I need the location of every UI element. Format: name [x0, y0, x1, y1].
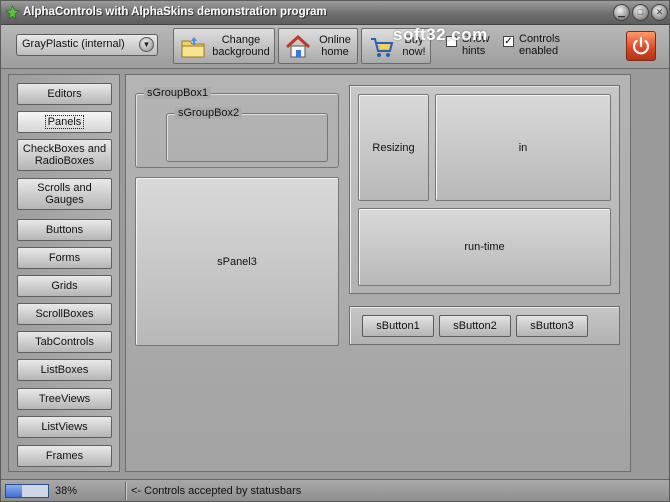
sidebar-item-editors[interactable]: Editors [17, 83, 112, 105]
sidebar-item-label: ScrollBoxes [35, 308, 94, 320]
status-bar: 38% <- Controls accepted by statusbars [1, 479, 669, 501]
sbutton-3-label: sButton3 [530, 320, 574, 332]
sidebar-item-grids[interactable]: Grids [17, 275, 112, 297]
sidebar-item-listboxes[interactable]: ListBoxes [17, 359, 112, 381]
progress-percent: 38% [55, 485, 78, 497]
main-content: sGroupBox1 sGroupBox2 sPanel3 Resizing i… [125, 74, 631, 472]
controls-enabled-checkbox[interactable]: ✓ Controls enabled [503, 33, 560, 57]
sidebar-item-label: Grids [51, 280, 78, 292]
sidebar-item-label: Panels [44, 115, 85, 129]
sidebar-item-label: Editors [47, 88, 82, 100]
resize-frame: Resizing in run-time [349, 85, 620, 294]
groupbox-1-caption: sGroupBox1 [144, 87, 212, 99]
sidebar-item-label: ListBoxes [40, 364, 89, 376]
sidebar-item-label: Frames [45, 450, 84, 462]
power-button[interactable] [626, 31, 656, 61]
sidebar-item-label: Scrolls and Gauges [37, 182, 92, 206]
title-bar[interactable]: AlphaControls with AlphaSkins demonstrat… [1, 1, 669, 25]
cart-icon [371, 38, 394, 57]
sidebar-item-label: ListViews [41, 421, 88, 433]
home-icon [285, 35, 311, 58]
folder-icon [181, 37, 205, 58]
minimize-icon[interactable]: ▁ [613, 4, 630, 21]
status-message: <- Controls accepted by statusbars [131, 485, 302, 497]
window-title: AlphaControls with AlphaSkins demonstrat… [23, 6, 327, 18]
sidebar-item-label: TreeViews [38, 393, 91, 405]
groupbox-2-caption: sGroupBox2 [175, 107, 243, 119]
online-home-button[interactable]: Online home [278, 28, 358, 64]
runtime-panel[interactable]: run-time [358, 208, 611, 286]
change-background-label: Change background [212, 34, 270, 58]
toolbar: GrayPlastic (internal) ▼ Change backgrou… [1, 25, 669, 69]
sbutton-2[interactable]: sButton2 [439, 315, 511, 337]
power-icon [632, 36, 650, 55]
checkmark-icon[interactable]: ✓ [503, 36, 514, 47]
sbutton-1[interactable]: sButton1 [362, 315, 434, 337]
sidebar-item-label: Forms [48, 252, 81, 264]
sidebar: Editors Panels CheckBoxes and RadioBoxes… [8, 74, 120, 472]
chevron-down-icon[interactable]: ▼ [139, 37, 154, 52]
sidebar-item-buttons[interactable]: Buttons [17, 219, 112, 241]
button-frame: sButton1 sButton2 sButton3 [349, 306, 620, 345]
sidebar-item-scrollboxes[interactable]: ScrollBoxes [17, 303, 112, 325]
sidebar-item-panels[interactable]: Panels [17, 111, 112, 133]
online-home-label: Online home [319, 34, 351, 58]
close-icon[interactable]: ✕ [651, 4, 668, 21]
sidebar-item-forms[interactable]: Forms [17, 247, 112, 269]
maximize-icon[interactable]: □ [632, 4, 649, 21]
runtime-panel-label: run-time [464, 241, 505, 253]
panel-3-label: sPanel3 [217, 255, 257, 268]
sidebar-item-label: Buttons [45, 224, 84, 236]
in-panel-label: in [518, 141, 528, 154]
skin-select[interactable]: GrayPlastic (internal) ▼ [16, 34, 158, 56]
groupbox-2: sGroupBox2 [166, 107, 328, 162]
app-leaf-icon[interactable] [5, 5, 20, 20]
progress-fill [6, 485, 22, 497]
sidebar-item-treeviews[interactable]: TreeViews [17, 388, 112, 410]
sbutton-2-label: sButton2 [453, 320, 497, 332]
sbutton-1-label: sButton1 [376, 320, 420, 332]
sidebar-item-scrolls[interactable]: Scrolls and Gauges [17, 178, 112, 210]
sidebar-item-tabcontrols[interactable]: TabControls [17, 331, 112, 353]
sidebar-item-label: CheckBoxes and RadioBoxes [22, 143, 107, 167]
sbutton-3[interactable]: sButton3 [516, 315, 588, 337]
sidebar-item-label: TabControls [35, 336, 94, 348]
resizing-panel[interactable]: Resizing [358, 94, 429, 201]
main-window: AlphaControls with AlphaSkins demonstrat… [0, 0, 670, 502]
sidebar-item-frames[interactable]: Frames [17, 445, 112, 467]
controls-enabled-label: Controls enabled [519, 33, 560, 57]
change-background-button[interactable]: Change background [173, 28, 275, 64]
sidebar-item-checkboxes[interactable]: CheckBoxes and RadioBoxes [17, 139, 112, 171]
sidebar-item-listviews[interactable]: ListViews [17, 416, 112, 438]
skin-select-value: GrayPlastic (internal) [22, 38, 125, 50]
watermark: soft32.com [393, 25, 488, 44]
resizing-panel-label: Resizing [372, 141, 415, 154]
in-panel[interactable]: in [435, 94, 611, 201]
groupbox-1: sGroupBox1 sGroupBox2 [135, 87, 339, 168]
panel-3: sPanel3 [135, 177, 339, 346]
progress-bar [5, 484, 49, 498]
status-separator [125, 482, 126, 500]
